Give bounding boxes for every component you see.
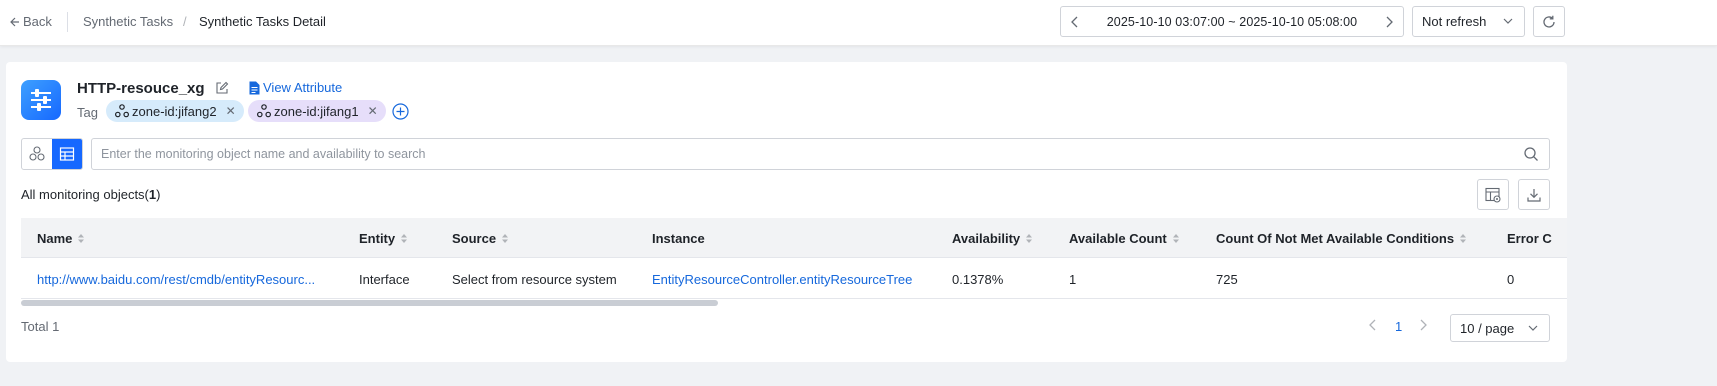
task-title: HTTP-resouce_xg bbox=[77, 80, 205, 97]
column-header-instance: Instance bbox=[652, 231, 705, 246]
add-tag-icon[interactable] bbox=[392, 103, 409, 123]
column-header-availability[interactable]: Availability bbox=[952, 231, 1033, 246]
column-settings-icon bbox=[1485, 187, 1501, 203]
objects-count-label: All monitoring objects( bbox=[21, 187, 149, 202]
divider bbox=[67, 12, 68, 32]
cell-source: Select from resource system bbox=[452, 272, 617, 287]
task-type-icon bbox=[21, 80, 61, 120]
column-header-source[interactable]: Source bbox=[452, 231, 509, 246]
time-range-text[interactable]: 2025-10-10 03:07:00 ~ 2025-10-10 05:08:0… bbox=[1089, 15, 1375, 29]
topology-view-icon[interactable] bbox=[22, 139, 52, 169]
cluster-icon bbox=[257, 104, 271, 118]
refresh-interval-select[interactable]: Not refresh bbox=[1412, 6, 1525, 37]
objects-count-suffix: ) bbox=[156, 187, 161, 202]
chevron-left-icon[interactable] bbox=[1368, 319, 1378, 334]
edit-icon[interactable] bbox=[215, 81, 229, 98]
column-header-available-count[interactable]: Available Count bbox=[1069, 231, 1180, 246]
cell-instance-link[interactable]: EntityResourceController.entityResourceT… bbox=[652, 272, 912, 287]
time-range-picker[interactable]: 2025-10-10 03:07:00 ~ 2025-10-10 05:08:0… bbox=[1060, 6, 1404, 37]
chevron-right-icon[interactable] bbox=[1375, 7, 1403, 36]
breadcrumb-current: Synthetic Tasks Detail bbox=[199, 14, 326, 29]
sort-icon[interactable] bbox=[501, 233, 509, 244]
back-label: Back bbox=[23, 14, 52, 29]
view-attribute-link[interactable]: View Attribute bbox=[248, 80, 342, 95]
page-size-select[interactable]: 10 / page bbox=[1450, 314, 1550, 342]
close-icon[interactable]: ✕ bbox=[226, 104, 236, 118]
chevron-down-icon bbox=[1503, 18, 1513, 24]
table-view-icon[interactable] bbox=[52, 139, 82, 169]
chevron-right-icon[interactable] bbox=[1418, 319, 1428, 334]
search-box bbox=[91, 138, 1550, 170]
sort-icon[interactable] bbox=[400, 233, 408, 244]
column-header-error-count[interactable]: Error C bbox=[1507, 231, 1552, 246]
view-attribute-label: View Attribute bbox=[263, 80, 343, 95]
tag-chip: zone-id:jifang2 ✕ bbox=[106, 100, 244, 122]
tag-text: zone-id:jifang1 bbox=[274, 103, 359, 119]
sort-icon[interactable] bbox=[1025, 233, 1033, 244]
column-header-not-met-count[interactable]: Count Of Not Met Available Conditions bbox=[1216, 231, 1467, 246]
refresh-interval-value: Not refresh bbox=[1422, 14, 1487, 29]
top-bar: Back Synthetic Tasks / Synthetic Tasks D… bbox=[0, 0, 1717, 46]
cluster-icon bbox=[115, 104, 129, 118]
view-mode-toggle bbox=[21, 138, 83, 170]
breadcrumb-separator: / bbox=[183, 14, 187, 29]
cell-name-link[interactable]: http://www.baidu.com/rest/cmdb/entityRes… bbox=[37, 272, 315, 287]
cell-not-met-count: 725 bbox=[1216, 272, 1238, 287]
search-input[interactable] bbox=[101, 147, 1549, 161]
table-row: http://www.baidu.com/rest/cmdb/entityRes… bbox=[21, 258, 1567, 299]
download-icon bbox=[1527, 188, 1541, 202]
tag-label: Tag bbox=[77, 105, 98, 120]
monitoring-objects-table: Name Entity Source Instance Availability… bbox=[21, 218, 1567, 308]
page-size-value: 10 / page bbox=[1460, 320, 1515, 336]
total-count: Total 1 bbox=[21, 319, 60, 334]
task-detail-card: HTTP-resouce_xg View Attribute Tag zone-… bbox=[6, 62, 1567, 362]
reload-button[interactable] bbox=[1533, 6, 1565, 37]
sort-icon[interactable] bbox=[1172, 233, 1180, 244]
close-icon[interactable]: ✕ bbox=[368, 104, 378, 118]
column-header-name[interactable]: Name bbox=[37, 231, 85, 246]
cell-available-count: 1 bbox=[1069, 272, 1077, 287]
refresh-icon bbox=[1543, 15, 1555, 28]
arrow-left-icon bbox=[10, 17, 19, 26]
sort-icon[interactable] bbox=[1459, 233, 1467, 244]
search-icon[interactable] bbox=[1523, 146, 1539, 162]
page-number[interactable]: 1 bbox=[1395, 319, 1402, 334]
back-button[interactable]: Back bbox=[8, 14, 52, 29]
download-button[interactable] bbox=[1518, 179, 1550, 210]
document-icon bbox=[249, 81, 260, 94]
sort-icon[interactable] bbox=[77, 233, 85, 244]
cell-entity: Interface bbox=[359, 272, 410, 287]
table-header: Name Entity Source Instance Availability… bbox=[21, 218, 1567, 258]
chevron-down-icon bbox=[1528, 325, 1538, 331]
column-settings-button[interactable] bbox=[1477, 179, 1509, 210]
column-header-entity[interactable]: Entity bbox=[359, 231, 408, 246]
tag-text: zone-id:jifang2 bbox=[132, 103, 217, 119]
cell-availability: 0.1378% bbox=[952, 272, 1004, 287]
chevron-left-icon[interactable] bbox=[1061, 7, 1089, 36]
breadcrumb-synthetic-tasks[interactable]: Synthetic Tasks bbox=[83, 14, 173, 29]
objects-count: All monitoring objects(1) bbox=[21, 187, 160, 202]
horizontal-scrollbar[interactable] bbox=[21, 300, 718, 306]
tag-chip: zone-id:jifang1 ✕ bbox=[248, 100, 386, 122]
cell-error-count: 0 bbox=[1507, 272, 1515, 287]
